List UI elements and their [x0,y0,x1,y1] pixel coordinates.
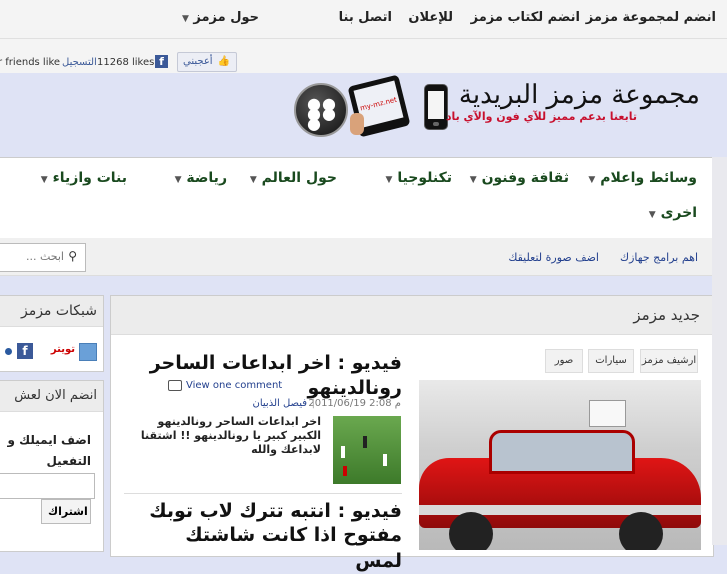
register-link[interactable]: التسجيل [62,57,97,68]
phone-icon [424,84,448,130]
topnav-item-about[interactable]: حول مزمز ▼ [182,10,259,25]
article1-date: 2011/06/19 2:08 م [308,398,401,409]
divider [124,493,402,494]
chevron-down-icon: ▼ [249,175,257,185]
page-scrollbar[interactable] [712,157,727,545]
article1-excerpt-line3: لابداعك والله [251,443,321,456]
about-label: حول مزمز [193,10,259,25]
topnav-item-contact[interactable]: اتصل بنا [339,10,392,25]
email-prompt-line1: اضف ايميلك و [7,433,91,447]
search-box[interactable]: ⚲ [0,243,86,272]
subnav-link-add-photo[interactable]: اضف صورة لتعليقك [508,251,599,264]
article1-excerpt: اخر ابداعات الساحر رونالدينهو الكبير كبي… [141,415,321,457]
site-subtitle: تابعنا بدعم مميز للآي فون والآي باد [445,110,637,123]
chevron-down-icon: ▼ [469,175,477,185]
search-input[interactable] [0,244,67,269]
chevron-down-icon: ▼ [40,175,48,185]
site-title: مجموعة مزمز البريدية [458,80,700,110]
nav-item-sports[interactable]: رياضة ▼ [175,170,227,186]
car-photo[interactable] [419,380,701,550]
meta-separator: | [311,398,315,409]
nav-item-label: حول العالم [261,170,337,186]
thumbs-up-icon: 👍 [217,56,230,67]
chevron-down-icon: ▼ [181,14,189,24]
nav-item-label: تكنلوجيا [397,170,452,186]
email-prompt-line2: التفعيل [46,454,91,468]
article2-title-line2[interactable]: مفتوح اذا كانت شاشتك لمس [142,522,402,574]
soccer-thumbnail[interactable] [333,416,401,484]
nav-item-media[interactable]: وسائط واعلام ▼ [588,170,697,186]
topnav-item-join-writers[interactable]: انضم لكتاب مزمز [471,10,580,25]
search-icon[interactable]: ⚲ [68,249,77,263]
nav-item-label: بنات وازياء [52,170,127,186]
likes-count: 11268 likes. [97,57,158,68]
networks-title: شبكات مزمز [0,296,103,327]
nav-item-technology[interactable]: تكنلوجيا ▼ [386,170,452,186]
facebook-icon: f [155,55,168,68]
article1-title-line1[interactable]: فيديو : اخر ابداعات الساحر [142,350,402,376]
chevron-down-icon: ▼ [385,175,393,185]
rss-icon[interactable] [5,348,12,355]
nav-item-label: رياضة [186,170,227,186]
comments-link[interactable]: View one comment [186,380,282,391]
facebook-icon[interactable]: f [17,343,33,359]
subscribe-button[interactable]: اشتراك [41,499,91,524]
main-heading-bar [111,296,712,335]
nav-item-other[interactable]: اخرى ▼ [649,205,697,221]
blackberry-logo-icon: ●● ●● ● [294,83,348,137]
article1-excerpt-line2: الكبير كبير يا رونالدينهو !! اشتقنا [140,429,321,442]
sub-nav-bar [0,238,712,276]
tag-archive[interactable]: ارشيف مزمز [640,349,698,373]
twitter-link[interactable]: تويتر [51,344,75,355]
topnav-item-join-group[interactable]: انضم لمجموعة مزمز [586,10,716,25]
networks-box: شبكات مزمز تويتر f [0,295,104,372]
nav-item-girls[interactable]: بنات وازياء ▼ [41,170,127,186]
nav-item-label: وسائط واعلام [600,170,697,186]
article1-author[interactable]: فيصل الذبيان [253,398,308,409]
chevron-down-icon: ▼ [588,175,596,185]
nav-item-label: ثقافة وفنون [481,170,569,186]
article2-title-line1[interactable]: فيديو : انتبه تترك لاب توبك [142,498,402,524]
subscribe-box: انضم الان لعش اضف ايميلك و التفعيل اشترا… [0,380,104,552]
topnav-item-advertise[interactable]: للإعلان [408,10,453,25]
main-heading: جديد مزمز [633,306,700,324]
nav-item-world[interactable]: حول العالم ▼ [250,170,337,186]
join-title: انضم الان لعش [0,381,103,412]
tag-cars[interactable]: سيارات [588,349,634,373]
comment-icon [168,380,182,391]
friends-like-text: r friends like [0,57,61,68]
like-button[interactable]: 👍 أعجبني [177,52,237,72]
hand-icon [350,113,364,135]
chevron-down-icon: ▼ [648,210,656,220]
nav-item-label: اخرى [660,205,697,221]
tag-photos[interactable]: صور [545,349,583,373]
twitter-icon[interactable] [79,343,97,361]
article1-excerpt-line1: اخر ابداعات الساحر رونالدينهو [157,415,321,428]
chevron-down-icon: ▼ [174,175,182,185]
nav-item-culture[interactable]: ثقافة وفنون ▼ [470,170,569,186]
like-button-label: أعجبني [183,56,213,67]
email-field[interactable] [0,473,95,499]
subnav-link-apps[interactable]: اهم برامج جهازك [620,251,698,264]
